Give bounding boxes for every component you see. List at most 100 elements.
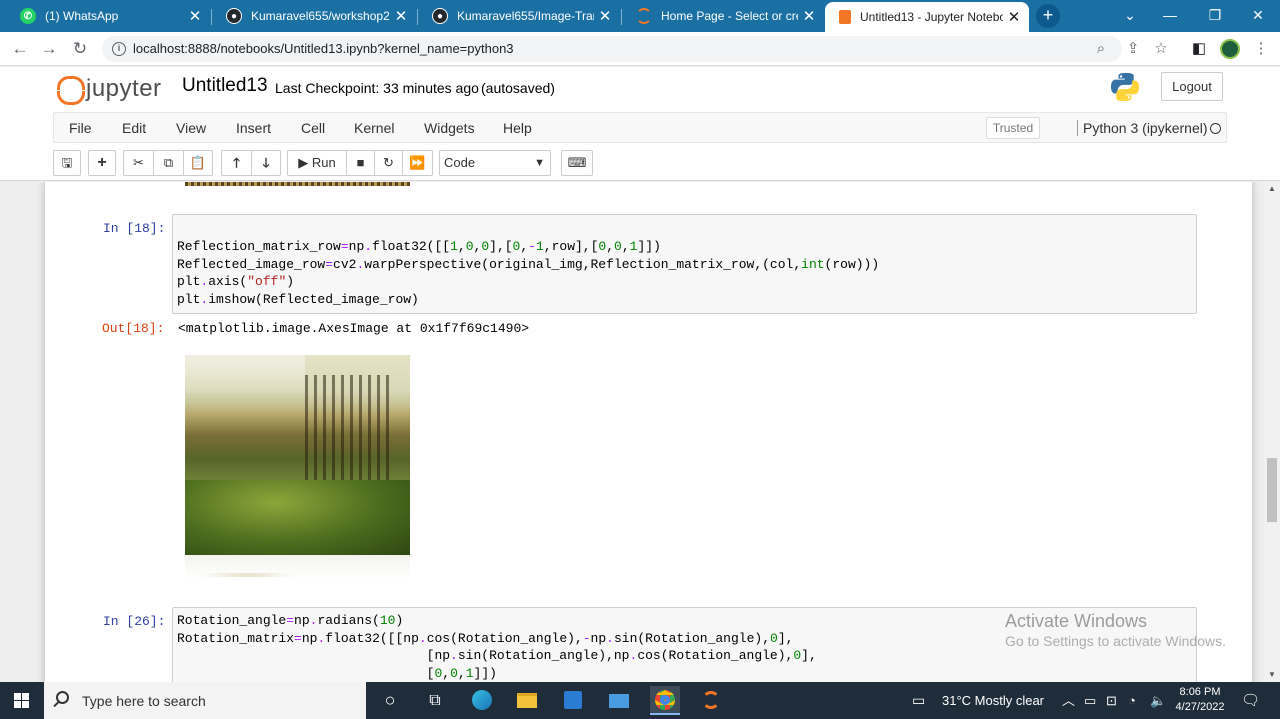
input-prompt: In [18]: xyxy=(103,221,166,236)
file-explorer-icon[interactable] xyxy=(512,686,542,715)
new-tab-button[interactable]: + xyxy=(1036,4,1060,28)
tab-jupyter-home[interactable]: Home Page - Select or create ✕ xyxy=(622,0,824,32)
autosave-status: (autosaved) xyxy=(481,80,555,96)
activate-windows-title: Activate Windows xyxy=(1005,611,1148,631)
run-button[interactable]: ▶ Run xyxy=(287,150,347,176)
code-cell-18-source[interactable]: Reflection_matrix_row=np.float32([[1,0,0… xyxy=(177,238,879,308)
image-foliage xyxy=(185,480,410,555)
minimize-icon[interactable]: — xyxy=(1150,0,1190,32)
close-icon[interactable]: ✕ xyxy=(594,7,616,25)
github-icon: ● xyxy=(432,8,448,24)
menu-cell[interactable]: Cell xyxy=(301,120,325,136)
run-label: Run xyxy=(311,155,336,170)
jupyter-ring-icon xyxy=(56,76,85,105)
taskbar-search-box[interactable]: Type here to search xyxy=(44,682,366,719)
close-icon[interactable]: ✕ xyxy=(1003,8,1025,26)
sidepanel-icon[interactable]: ◧ xyxy=(1190,40,1208,58)
move-up-icon[interactable]: 🡑 xyxy=(221,150,252,176)
reflected-image-output xyxy=(185,355,410,555)
edge-icon[interactable] xyxy=(467,686,497,715)
notebook-name[interactable]: Untitled13 xyxy=(182,75,268,97)
tab-search-icon[interactable]: ⌄ xyxy=(1110,0,1150,32)
command-palette-icon[interactable]: ⌨ xyxy=(561,150,593,176)
tab-untitled13[interactable]: Untitled13 - Jupyter Notebook ✕ xyxy=(825,2,1029,32)
restart-run-all-icon[interactable]: ⏩ xyxy=(402,150,433,176)
mail-icon[interactable] xyxy=(604,686,634,715)
back-arrow-icon[interactable]: ← xyxy=(8,37,32,61)
chevron-down-icon: ▼ xyxy=(534,157,545,169)
forward-arrow-icon[interactable]: → xyxy=(37,37,61,61)
move-down-icon[interactable]: 🡓 xyxy=(251,150,281,176)
save-icon[interactable]: 🖫 xyxy=(53,150,81,176)
jupyter-taskbar-icon[interactable] xyxy=(696,686,726,715)
menu-kernel[interactable]: Kernel xyxy=(354,120,394,136)
play-icon: ▶ xyxy=(298,155,309,170)
insert-cell-below-icon[interactable]: + xyxy=(88,150,116,176)
url-text[interactable]: localhost:8888/notebooks/Untitled13.ipyn… xyxy=(133,41,514,56)
battery-icon[interactable]: ▭ xyxy=(1084,682,1096,719)
store-icon[interactable] xyxy=(558,686,588,715)
tab-whatsapp[interactable]: ✆ (1) WhatsApp ✕ xyxy=(6,0,210,32)
share-icon[interactable]: ⇪ xyxy=(1124,40,1142,58)
menu-edit[interactable]: Edit xyxy=(122,120,146,136)
cell-type-select[interactable]: Code ▼ xyxy=(439,150,551,176)
menu-help[interactable]: Help xyxy=(503,120,532,136)
menu-widgets[interactable]: Widgets xyxy=(424,120,475,136)
weather-icon[interactable]: ▭ xyxy=(912,682,925,719)
activate-windows-subtitle: Go to Settings to activate Windows. xyxy=(1005,633,1226,649)
window-close-icon[interactable]: ✕ xyxy=(1238,0,1278,32)
restart-kernel-icon[interactable]: ↻ xyxy=(374,150,403,176)
weather-text[interactable]: 31°C Mostly clear xyxy=(942,682,1044,719)
menu-bar: File Edit View Insert Cell Kernel Widget… xyxy=(53,112,1227,143)
notebook-toolbar: 🖫 + ✂ ⧉ 📋 🡑 🡓 ▶ Run ■ ↻ ⏩ Code ▼ ⌨ xyxy=(53,150,1227,178)
site-info-icon[interactable]: i xyxy=(112,42,126,56)
profile-avatar[interactable] xyxy=(1220,39,1240,59)
menu-view[interactable]: View xyxy=(176,120,206,136)
bookmark-star-icon[interactable]: ☆ xyxy=(1152,40,1170,58)
paste-icon[interactable]: 📋 xyxy=(183,150,213,176)
trusted-badge[interactable]: Trusted xyxy=(986,117,1040,139)
meet-now-icon[interactable]: ⊡ xyxy=(1106,682,1117,719)
output-text: <matplotlib.image.AxesImage at 0x1f7f69c… xyxy=(178,321,530,336)
scroll-up-icon[interactable]: ▲ xyxy=(1264,182,1280,196)
cortana-icon[interactable]: ○ xyxy=(375,686,405,715)
tab-title: Home Page - Select or create xyxy=(661,9,798,23)
clock-time: 8:06 PM xyxy=(1179,686,1221,698)
jupyter-logo[interactable]: jupyter xyxy=(56,72,174,106)
volume-icon[interactable]: 🔈 xyxy=(1150,682,1166,719)
close-icon[interactable]: ✕ xyxy=(390,7,412,25)
taskbar-clock[interactable]: 8:06 PM 4/27/2022 xyxy=(1170,685,1230,715)
copy-icon[interactable]: ⧉ xyxy=(153,150,184,176)
restore-icon[interactable]: ❐ xyxy=(1195,0,1235,32)
code-cell-26-source[interactable]: Rotation_angle=np.radians(10) Rotation_m… xyxy=(177,612,817,682)
menu-insert[interactable]: Insert xyxy=(236,120,271,136)
menu-file[interactable]: File xyxy=(69,120,92,136)
notebook-icon xyxy=(839,10,851,24)
notification-icon[interactable]: 🗨 xyxy=(1241,682,1260,719)
close-icon[interactable]: ✕ xyxy=(184,7,206,25)
windows-taskbar: Type here to search ○ ⧉ ▭ 31°C Mostly cl… xyxy=(0,682,1280,719)
wifi-icon[interactable]: ◔ xyxy=(1128,682,1136,719)
reload-icon[interactable]: ↻ xyxy=(68,37,92,61)
windows-start-button[interactable] xyxy=(0,682,44,719)
tab-workshop2[interactable]: ● Kumaravel655/workshop2 ✕ xyxy=(212,0,416,32)
browser-menu-icon[interactable]: ⋮ xyxy=(1252,40,1270,58)
code-cell-input[interactable]: Reflection_matrix_row=np.float32([[1,0,0… xyxy=(172,214,1197,314)
notebook-area: In [18]: Reflection_matrix_row=np.float3… xyxy=(0,182,1264,682)
show-hidden-icons[interactable]: ︿ xyxy=(1062,682,1075,719)
scroll-down-icon[interactable]: ▼ xyxy=(1264,668,1280,682)
close-icon[interactable]: ✕ xyxy=(798,7,820,25)
jupyter-header: jupyter Untitled13 Last Checkpoint: 33 m… xyxy=(0,67,1280,181)
chrome-icon[interactable] xyxy=(650,686,680,715)
page-scrollbar[interactable]: ▲ ▼ xyxy=(1264,182,1280,682)
previous-output-image xyxy=(185,182,410,186)
zoom-icon[interactable]: ⌕ xyxy=(1092,40,1110,58)
logout-button[interactable]: Logout xyxy=(1161,72,1223,101)
cut-icon[interactable]: ✂ xyxy=(123,150,154,176)
tab-image-transform[interactable]: ● Kumaravel655/Image-Transfo ✕ xyxy=(418,0,620,32)
task-view-icon[interactable]: ⧉ xyxy=(420,686,450,715)
search-placeholder[interactable]: Type here to search xyxy=(82,693,206,709)
url-omnibox[interactable]: i localhost:8888/notebooks/Untitled13.ip… xyxy=(102,36,1122,62)
scrollbar-thumb[interactable] xyxy=(1267,458,1277,522)
interrupt-kernel-icon[interactable]: ■ xyxy=(346,150,375,176)
